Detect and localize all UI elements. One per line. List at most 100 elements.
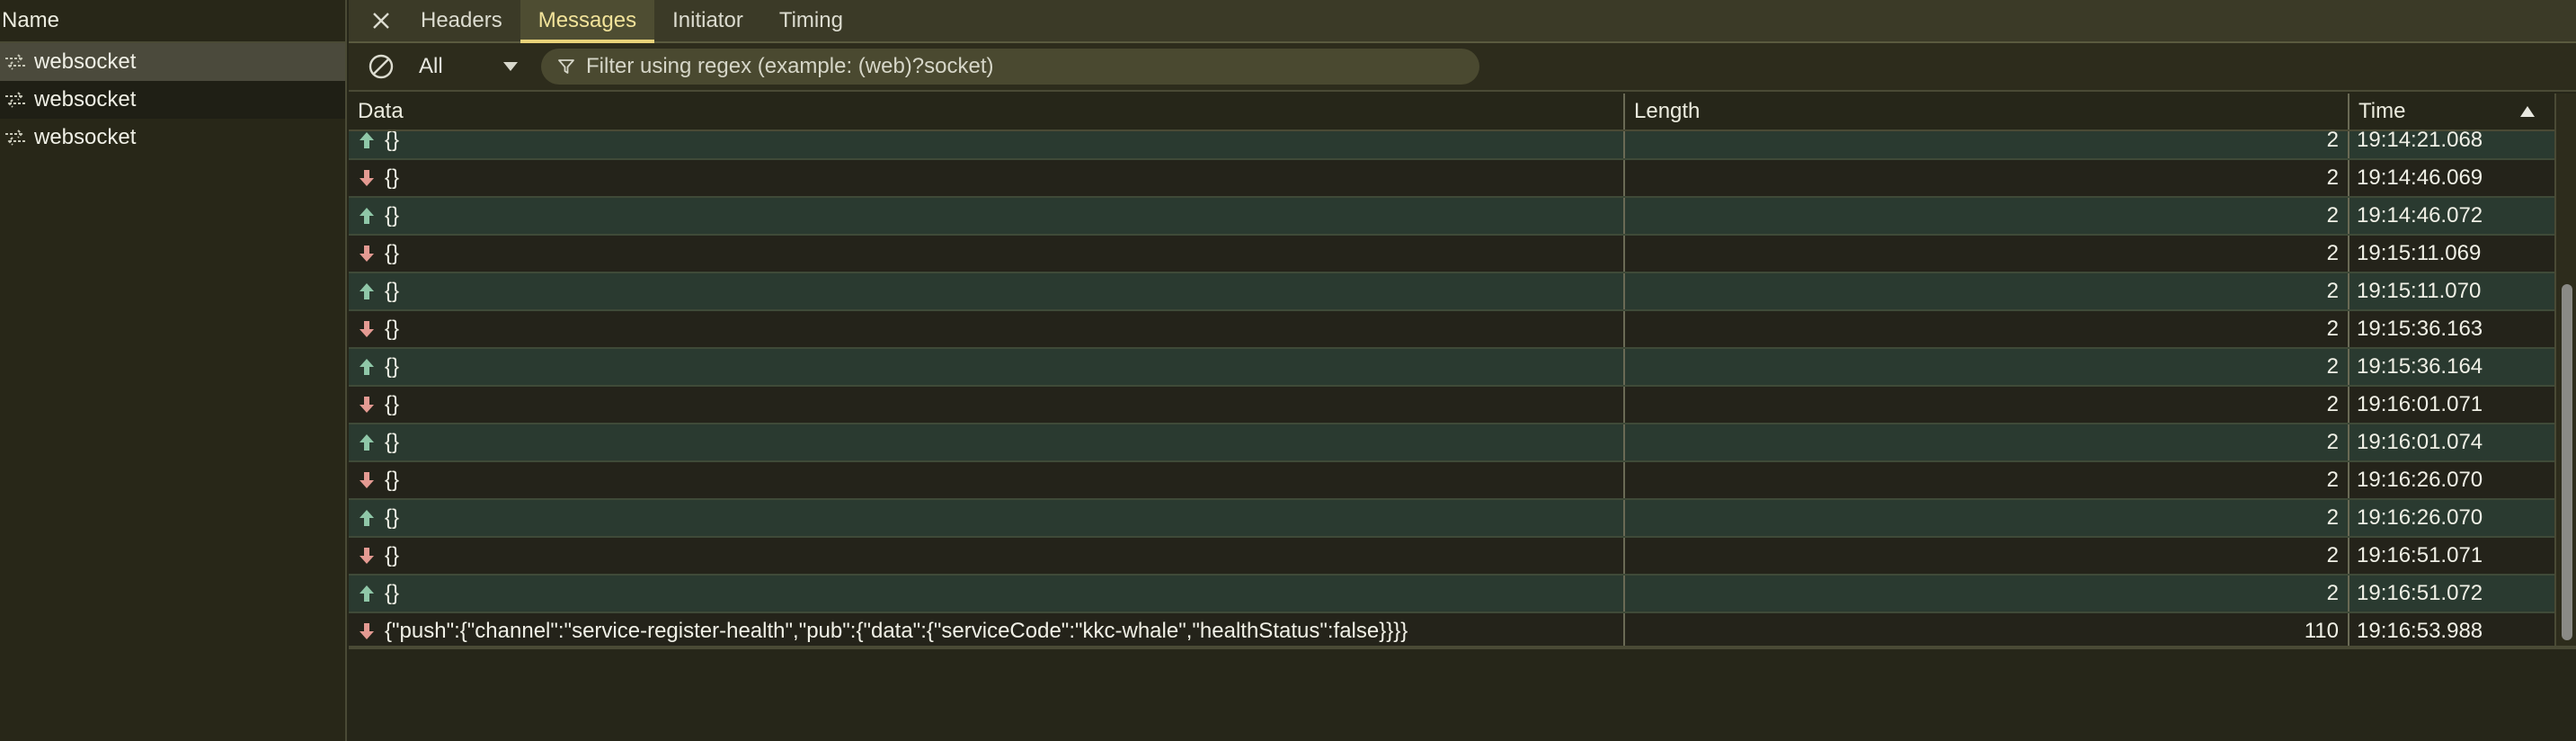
request-item-label: websocket bbox=[34, 125, 137, 149]
sent-arrow-up-icon bbox=[360, 283, 374, 299]
sent-arrow-up-icon bbox=[360, 585, 374, 602]
message-row[interactable]: {} 2 19:16:01.074 bbox=[349, 424, 2554, 462]
message-time-cell: 19:14:46.072 bbox=[2357, 203, 2483, 228]
message-data-text: {} bbox=[385, 203, 400, 228]
websocket-icon bbox=[5, 92, 25, 108]
request-item[interactable]: websocket bbox=[0, 81, 345, 119]
message-length-cell: 2 bbox=[1625, 500, 2349, 536]
message-time-cell: 19:15:36.164 bbox=[2357, 354, 2483, 379]
message-length-cell: 2 bbox=[1625, 236, 2349, 272]
message-time-cell: 19:15:11.070 bbox=[2357, 279, 2482, 303]
message-time-cell: 19:16:26.070 bbox=[2357, 468, 2483, 492]
name-column-header[interactable]: Name bbox=[0, 0, 345, 43]
filter-placeholder: Filter using regex (example: (web)?socke… bbox=[586, 54, 994, 78]
message-row[interactable]: {} 2 19:15:11.070 bbox=[349, 273, 2554, 311]
tab-initiator[interactable]: Initiator bbox=[654, 0, 761, 41]
message-row[interactable]: {} 2 19:16:51.072 bbox=[349, 576, 2554, 613]
message-data-text: {} bbox=[385, 392, 400, 416]
clear-messages-button[interactable] bbox=[361, 53, 401, 80]
message-row[interactable]: {} 2 19:16:26.070 bbox=[349, 462, 2554, 500]
message-length-cell: 2 bbox=[1625, 462, 2349, 498]
message-row[interactable]: {} 2 19:16:01.071 bbox=[349, 387, 2554, 424]
message-row[interactable]: {} 2 19:15:11.069 bbox=[349, 236, 2554, 273]
devtools-network-panel: Name websocket websocket websocket Heade… bbox=[0, 0, 2576, 741]
messages-table-header: Data Length Time bbox=[349, 94, 2554, 131]
message-type-select[interactable]: All bbox=[419, 54, 527, 79]
message-time-cell: 19:16:51.072 bbox=[2357, 581, 2483, 605]
message-data-text: {} bbox=[385, 354, 400, 379]
block-icon bbox=[369, 54, 394, 79]
received-arrow-down-icon bbox=[360, 472, 374, 488]
message-data-text: {} bbox=[385, 279, 400, 303]
websocket-icon bbox=[5, 54, 25, 70]
details-tabbar: Headers Messages Initiator Timing bbox=[349, 0, 2576, 43]
sent-arrow-up-icon bbox=[360, 434, 374, 451]
column-header-data[interactable]: Data bbox=[349, 94, 1625, 129]
tab-headers[interactable]: Headers bbox=[403, 0, 520, 41]
message-data-text: {} bbox=[385, 317, 400, 341]
message-length-cell: 2 bbox=[1625, 576, 2349, 612]
message-data-cell: {} bbox=[349, 424, 1625, 460]
message-row[interactable]: {} 2 19:16:26.070 bbox=[349, 500, 2554, 538]
message-length-cell: 110 bbox=[1625, 613, 2349, 647]
message-time-cell: 19:14:46.069 bbox=[2357, 165, 2483, 190]
message-data-text: {"push":{"channel":"service-register-hea… bbox=[385, 619, 1408, 643]
request-list: Name websocket websocket websocket bbox=[0, 0, 347, 741]
messages-table: Data Length Time {} 2 19:14:21.068{} 2 19:14… bbox=[349, 94, 2554, 647]
message-data-text: {} bbox=[385, 505, 400, 530]
message-length-cell: 2 bbox=[1625, 311, 2349, 347]
sort-ascending-icon bbox=[2520, 106, 2535, 117]
message-row[interactable]: {} 2 19:14:46.072 bbox=[349, 198, 2554, 236]
message-row[interactable]: {} 2 19:16:51.071 bbox=[349, 538, 2554, 576]
divider bbox=[349, 646, 2576, 649]
message-length-cell: 2 bbox=[1625, 160, 2349, 196]
sent-arrow-up-icon bbox=[360, 132, 374, 148]
message-time-cell: 19:15:11.069 bbox=[2357, 241, 2482, 265]
message-time-cell: 19:15:36.163 bbox=[2357, 317, 2483, 341]
message-data-cell: {} bbox=[349, 576, 1625, 612]
message-data-cell: {} bbox=[349, 273, 1625, 309]
message-data-cell: {} bbox=[349, 462, 1625, 498]
filter-icon bbox=[558, 59, 574, 74]
message-data-text: {} bbox=[385, 165, 400, 190]
message-data-cell: {} bbox=[349, 198, 1625, 234]
received-arrow-down-icon bbox=[360, 397, 374, 413]
tab-messages[interactable]: Messages bbox=[520, 0, 655, 43]
message-row[interactable]: {} 2 19:15:36.163 bbox=[349, 311, 2554, 349]
message-row[interactable]: {} 2 19:15:36.164 bbox=[349, 349, 2554, 387]
filter-input[interactable]: Filter using regex (example: (web)?socke… bbox=[541, 49, 1479, 85]
request-item[interactable]: websocket bbox=[0, 43, 345, 81]
message-type-value: All bbox=[419, 54, 443, 78]
sent-arrow-up-icon bbox=[360, 510, 374, 526]
message-data-cell: {} bbox=[349, 160, 1625, 196]
column-header-length[interactable]: Length bbox=[1625, 94, 2349, 129]
request-item-label: websocket bbox=[34, 49, 137, 74]
message-time-cell: 19:16:01.071 bbox=[2357, 392, 2483, 416]
message-data-cell: {} bbox=[349, 387, 1625, 423]
tab-timing[interactable]: Timing bbox=[761, 0, 861, 41]
received-arrow-down-icon bbox=[360, 321, 374, 337]
message-data-cell: {"push":{"channel":"service-register-hea… bbox=[349, 613, 1625, 647]
message-data-text: {} bbox=[385, 241, 400, 265]
vertical-scrollbar[interactable] bbox=[2554, 94, 2576, 647]
message-length-cell: 2 bbox=[1625, 387, 2349, 423]
chevron-down-icon bbox=[503, 62, 518, 71]
received-arrow-down-icon bbox=[360, 170, 374, 186]
close-details-button[interactable] bbox=[360, 0, 403, 41]
message-row[interactable]: {} 2 19:14:46.069 bbox=[349, 160, 2554, 198]
message-time-cell: 19:16:51.071 bbox=[2357, 543, 2483, 567]
messages-toolbar: All Filter using regex (example: (web)?s… bbox=[349, 43, 2576, 92]
request-item[interactable]: websocket bbox=[0, 119, 345, 156]
message-data-cell: {} bbox=[349, 538, 1625, 574]
message-length-cell: 2 bbox=[1625, 198, 2349, 234]
request-details: Headers Messages Initiator Timing All Fi… bbox=[349, 0, 2576, 741]
message-length-cell: 2 bbox=[1625, 538, 2349, 574]
message-data-cell: {} bbox=[349, 236, 1625, 272]
message-data-text: {} bbox=[385, 430, 400, 454]
column-header-time[interactable]: Time bbox=[2349, 94, 2554, 129]
scrollbar-thumb[interactable] bbox=[2562, 284, 2572, 640]
message-row[interactable]: {"push":{"channel":"service-register-hea… bbox=[349, 613, 2554, 647]
sent-arrow-up-icon bbox=[360, 359, 374, 375]
websocket-icon bbox=[5, 129, 25, 146]
message-data-text: {} bbox=[385, 543, 400, 567]
